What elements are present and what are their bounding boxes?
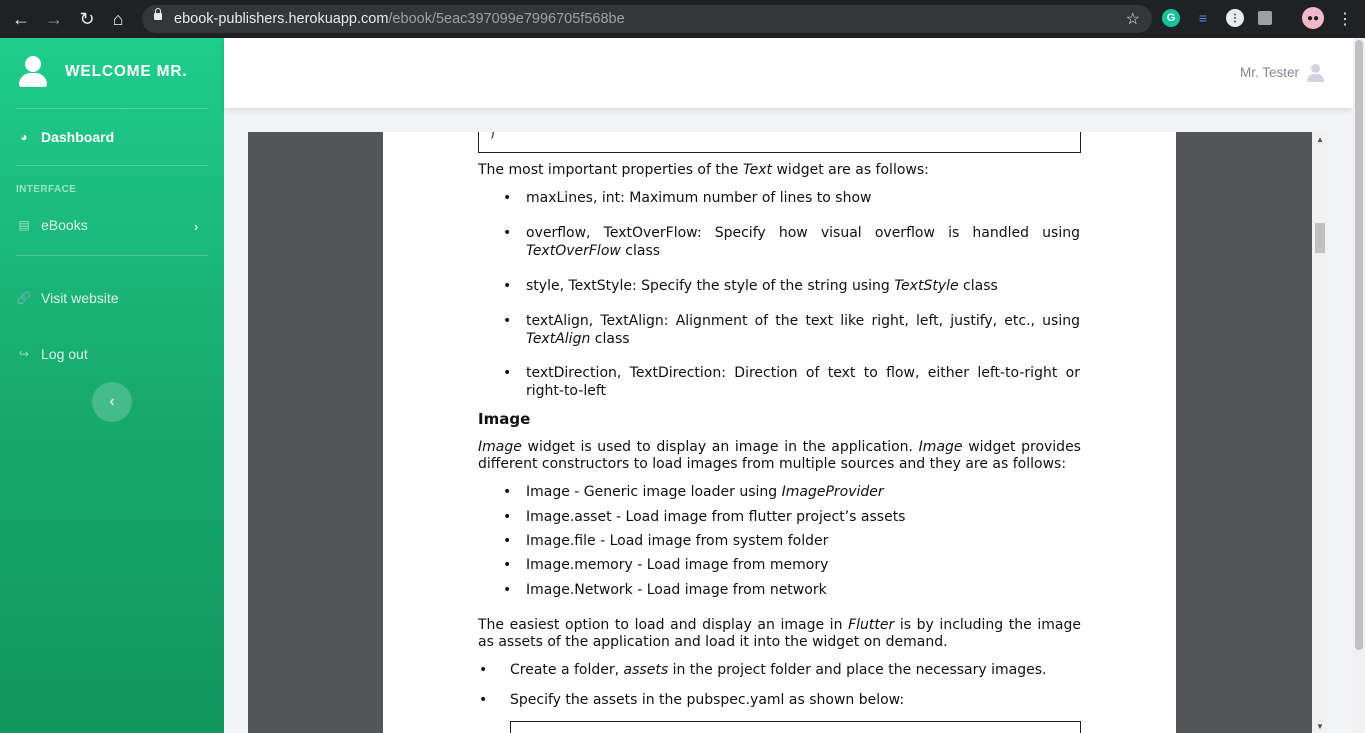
pocket-extension-icon[interactable]: ≡ bbox=[1194, 9, 1212, 27]
scroll-down-icon[interactable]: ▼ bbox=[1316, 722, 1324, 731]
section-heading-image: Image bbox=[478, 410, 531, 428]
brand-text: WELCOME MR. bbox=[65, 63, 188, 80]
sidebar: WELCOME MR. ◕ Dashboard INTERFACE ▤ eBoo… bbox=[0, 38, 224, 733]
extension-icon[interactable]: ⋮ bbox=[1226, 9, 1244, 27]
lock-icon bbox=[154, 8, 162, 20]
sidebar-item-dashboard[interactable]: ◕ Dashboard bbox=[16, 129, 114, 145]
browser-menu-icon[interactable]: ⋮ bbox=[1334, 8, 1356, 30]
paragraph-text-intro: The most important properties of the Tex… bbox=[478, 162, 929, 178]
code-block: ) bbox=[478, 132, 1081, 153]
paragraph-easiest-option: The easiest option to load and display a… bbox=[478, 617, 1081, 650]
pdf-page: ) The most important properties of the T… bbox=[383, 132, 1176, 733]
sidebar-heading: INTERFACE bbox=[16, 184, 77, 195]
user-avatar-icon[interactable] bbox=[1307, 64, 1325, 82]
sidebar-divider bbox=[16, 255, 208, 256]
back-arrow-icon[interactable]: ← bbox=[10, 8, 32, 30]
sidebar-toggle-button[interactable]: ‹ bbox=[92, 382, 132, 422]
book-icon: ▤ bbox=[18, 218, 30, 232]
sidebar-item-label: eBooks bbox=[41, 217, 88, 233]
profile-avatar-icon[interactable]: ●● bbox=[1302, 7, 1324, 29]
browser-toolbar: ← → ↻ ⌂ ebook-publishers.herokuapp.com/e… bbox=[0, 0, 1365, 38]
bookmark-star-icon[interactable]: ☆ bbox=[1126, 9, 1140, 29]
sidebar-item-label: Log out bbox=[41, 346, 88, 362]
sidebar-divider bbox=[16, 165, 208, 166]
tachometer-icon: ◕ bbox=[20, 130, 28, 144]
scroll-up-icon[interactable]: ▲ bbox=[1316, 135, 1324, 144]
extension-copy-icon[interactable] bbox=[1258, 11, 1272, 25]
forward-arrow-icon[interactable]: → bbox=[43, 8, 65, 30]
sign-out-icon: ↪ bbox=[18, 347, 30, 361]
home-icon[interactable]: ⌂ bbox=[107, 8, 129, 30]
sidebar-divider bbox=[16, 108, 208, 109]
paragraph-image-intro: Image widget is used to display an image… bbox=[478, 439, 1081, 472]
link-icon: 🔗 bbox=[16, 291, 32, 305]
pdf-viewer[interactable]: ) The most important properties of the T… bbox=[248, 132, 1328, 733]
sidebar-item-label: Dashboard bbox=[41, 129, 115, 145]
sidebar-item-visit-website[interactable]: 🔗 Visit website bbox=[16, 290, 119, 306]
pdf-scrollbar-thumb[interactable] bbox=[1315, 223, 1325, 253]
user-name[interactable]: Mr. Tester bbox=[1240, 65, 1299, 80]
pdf-scrollbar[interactable]: ▲ ▼ bbox=[1312, 132, 1328, 733]
page-scrollbar-thumb[interactable] bbox=[1355, 40, 1363, 650]
sidebar-brand[interactable]: WELCOME MR. bbox=[17, 56, 187, 88]
reload-icon[interactable]: ↻ bbox=[76, 8, 98, 30]
address-bar[interactable]: ebook-publishers.herokuapp.com/ebook/5ea… bbox=[142, 5, 1152, 33]
url-text: ebook-publishers.herokuapp.com/ebook/5ea… bbox=[174, 11, 625, 27]
grammarly-extension-icon[interactable]: G bbox=[1162, 9, 1180, 27]
chevron-left-icon: ‹ bbox=[109, 393, 115, 410]
user-icon bbox=[17, 56, 49, 88]
page-scrollbar[interactable] bbox=[1353, 38, 1365, 733]
sidebar-item-label: Visit website bbox=[41, 290, 119, 306]
topbar: Mr. Tester bbox=[224, 38, 1353, 108]
sidebar-item-ebooks[interactable]: ▤ eBooks bbox=[16, 217, 88, 233]
sidebar-item-log-out[interactable]: ↪ Log out bbox=[16, 346, 88, 362]
code-block bbox=[510, 721, 1081, 733]
chevron-right-icon[interactable]: › bbox=[194, 219, 198, 234]
